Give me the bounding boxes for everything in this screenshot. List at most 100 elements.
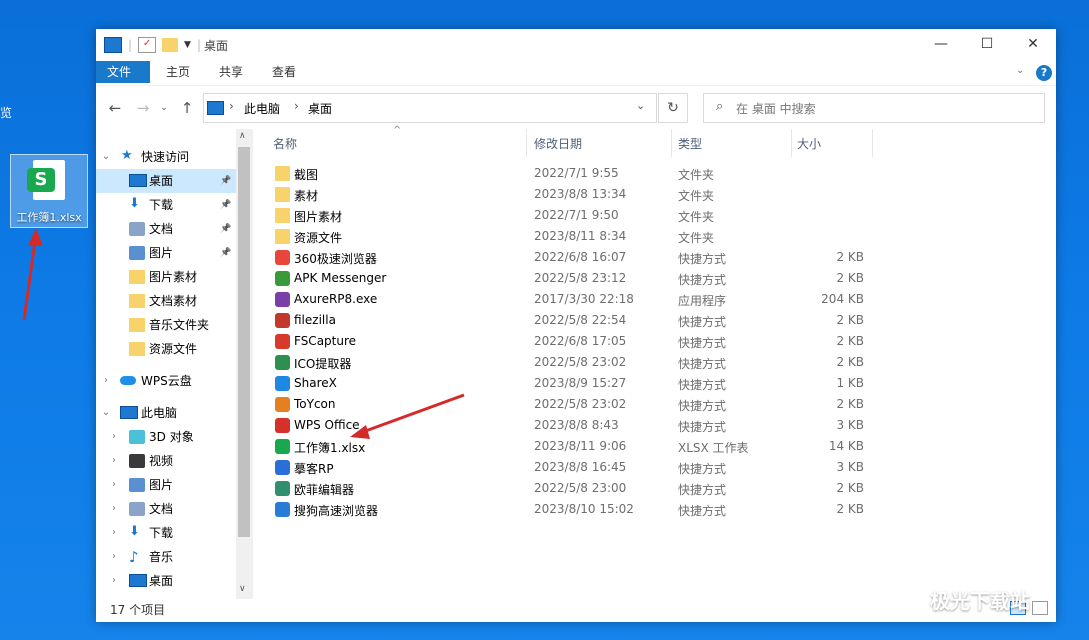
column-divider[interactable] <box>671 129 672 157</box>
pin-icon[interactable]: 📌 <box>220 217 231 241</box>
back-button[interactable]: ← <box>105 98 125 118</box>
sidebar-item-label: 资源文件 <box>149 342 198 356</box>
minimize-button[interactable]: — <box>918 29 964 61</box>
scroll-up-icon[interactable]: ∧ <box>239 131 246 141</box>
column-name[interactable]: 名称 <box>273 129 297 159</box>
sidebar-item-pc-download[interactable]: › ⬇ 下载 <box>96 521 236 545</box>
sidebar-item-document[interactable]: 文档 📌 <box>96 217 236 241</box>
breadcrumb-desktop[interactable]: 桌面 <box>308 100 332 117</box>
maximize-button[interactable]: ☐ <box>964 29 1010 61</box>
chevron-right-icon[interactable]: › <box>101 369 111 393</box>
file-row[interactable]: ICO提取器 2022/5/8 23:02 快捷方式 2 KB <box>273 352 893 373</box>
sidebar-item-label: 文档 <box>149 222 174 236</box>
properties-icon[interactable]: ✓ <box>138 37 157 53</box>
recent-locations-button[interactable]: ⌄ <box>154 98 174 118</box>
sidebar-item-pc-desktop[interactable]: › 桌面 <box>96 569 236 593</box>
file-row[interactable]: 360极速浏览器 2022/6/8 16:07 快捷方式 2 KB <box>273 247 893 268</box>
column-size[interactable]: 大小 <box>797 129 821 159</box>
sidebar-item-pc-picture[interactable]: › 图片 <box>96 473 236 497</box>
sidebar-item-pc-3d-objects[interactable]: › 3D 对象 <box>96 425 236 449</box>
sidebar-item-folder[interactable]: 音乐文件夹 <box>96 313 236 337</box>
file-size: 2 KB <box>836 250 864 264</box>
video-icon <box>129 454 145 468</box>
chevron-right-icon[interactable]: › <box>109 569 119 593</box>
forward-button[interactable]: → <box>133 98 153 118</box>
file-date: 2023/8/9 15:27 <box>534 376 627 390</box>
pin-icon[interactable]: 📌 <box>220 193 231 217</box>
file-row[interactable]: 图片素材 2022/7/1 9:50 文件夹 <box>273 205 893 226</box>
close-button[interactable]: ✕ <box>1010 29 1056 61</box>
column-divider[interactable] <box>872 129 873 157</box>
pin-icon[interactable]: 📌 <box>220 241 231 265</box>
tab-home[interactable]: 主页 <box>154 61 202 83</box>
nav-wps-cloud[interactable]: › WPS云盘 <box>96 369 236 393</box>
sidebar-item-pc-document[interactable]: › 文档 <box>96 497 236 521</box>
column-divider[interactable] <box>791 129 792 157</box>
nav-this-pc[interactable]: ⌄ 此电脑 <box>96 401 236 425</box>
search-placeholder: 在 桌面 中搜索 <box>736 102 816 116</box>
file-name: filezilla <box>294 313 336 327</box>
chevron-right-icon[interactable]: › <box>109 473 119 497</box>
breadcrumb-this-pc[interactable]: 此电脑 <box>244 100 280 117</box>
help-icon[interactable]: ? <box>1036 65 1052 81</box>
column-type[interactable]: 类型 <box>678 129 702 159</box>
sidebar-item-download[interactable]: ⬇ 下载 📌 <box>96 193 236 217</box>
search-input[interactable]: ⌕ 在 桌面 中搜索 <box>703 93 1045 123</box>
breadcrumb-separator-icon: › <box>294 99 299 113</box>
column-divider[interactable] <box>526 129 527 157</box>
new-folder-icon[interactable] <box>162 38 179 52</box>
document-icon <box>129 222 145 236</box>
column-date[interactable]: 修改日期 <box>534 129 582 159</box>
file-name: 搜狗高速浏览器 <box>294 504 379 518</box>
file-row[interactable]: 截图 2022/7/1 9:55 文件夹 <box>273 163 893 184</box>
tab-share[interactable]: 共享 <box>207 61 255 83</box>
file-name: ICO提取器 <box>294 357 352 371</box>
sidebar-item-desktop[interactable]: 桌面 📌 <box>96 169 236 193</box>
nav-scroll-thumb[interactable] <box>238 147 250 537</box>
file-type: 文件夹 <box>678 210 715 224</box>
address-dropdown-icon[interactable]: ⌄ <box>636 99 645 112</box>
file-type: 快捷方式 <box>678 357 727 371</box>
file-row[interactable]: 摹客RP 2023/8/8 16:45 快捷方式 3 KB <box>273 457 893 478</box>
sidebar-item-folder[interactable]: 图片素材 <box>96 265 236 289</box>
toycon-icon <box>275 397 290 412</box>
file-row[interactable]: 欧菲编辑器 2022/5/8 23:00 快捷方式 2 KB <box>273 478 893 499</box>
address-bar[interactable]: › 此电脑 › 桌面 ⌄ <box>203 93 657 123</box>
chevron-right-icon[interactable]: › <box>109 497 119 521</box>
sidebar-item-folder[interactable]: 资源文件 <box>96 337 236 361</box>
sidebar-item-label: 文档 <box>149 502 174 516</box>
chevron-right-icon[interactable]: › <box>109 521 119 545</box>
sidebar-item-pc-music[interactable]: › ♪ 音乐 <box>96 545 236 569</box>
expand-ribbon-icon[interactable]: ⌄ <box>1016 65 1024 76</box>
tab-file[interactable]: 文件 <box>96 61 150 83</box>
file-row[interactable]: AxureRP8.exe 2017/3/30 22:18 应用程序 204 KB <box>273 289 893 310</box>
refresh-button[interactable]: ↻ <box>658 93 688 123</box>
file-name: 360极速浏览器 <box>294 252 377 266</box>
desktop-icon[interactable] <box>104 37 122 53</box>
chevron-right-icon[interactable]: › <box>109 425 119 449</box>
up-button[interactable]: ↑ <box>177 98 197 118</box>
chevron-down-icon[interactable]: ⌄ <box>101 145 111 169</box>
file-row[interactable]: 素材 2023/8/8 13:34 文件夹 <box>273 184 893 205</box>
file-row[interactable]: 资源文件 2023/8/11 8:34 文件夹 <box>273 226 893 247</box>
pin-icon[interactable]: 📌 <box>220 169 231 193</box>
chevron-down-icon[interactable]: ▼ <box>184 40 191 50</box>
file-row[interactable]: 搜狗高速浏览器 2023/8/10 15:02 快捷方式 2 KB <box>273 499 893 520</box>
file-row[interactable]: FSCapture 2022/6/8 17:05 快捷方式 2 KB <box>273 331 893 352</box>
sidebar-item-folder[interactable]: 文档素材 <box>96 289 236 313</box>
fscapture-icon <box>275 334 290 349</box>
file-row[interactable]: filezilla 2022/5/8 22:54 快捷方式 2 KB <box>273 310 893 331</box>
chevron-right-icon[interactable]: › <box>109 545 119 569</box>
tab-view[interactable]: 查看 <box>260 61 308 83</box>
sidebar-item-pc-video[interactable]: › 视频 <box>96 449 236 473</box>
chevron-right-icon[interactable]: › <box>109 449 119 473</box>
file-row[interactable]: APK Messenger 2022/5/8 23:12 快捷方式 2 KB <box>273 268 893 289</box>
search-icon: ⌕ <box>716 99 724 114</box>
chevron-down-icon[interactable]: ⌄ <box>101 401 111 425</box>
desktop-xlsx-file[interactable]: S 工作簿1.xlsx <box>10 154 88 228</box>
scroll-down-icon[interactable]: ∨ <box>239 584 246 594</box>
large-icons-view-icon[interactable] <box>1032 601 1048 615</box>
nav-quick-access[interactable]: ⌄ ★ 快速访问 <box>96 145 236 169</box>
sidebar-item-picture[interactable]: 图片 📌 <box>96 241 236 265</box>
file-type: 快捷方式 <box>678 378 727 392</box>
